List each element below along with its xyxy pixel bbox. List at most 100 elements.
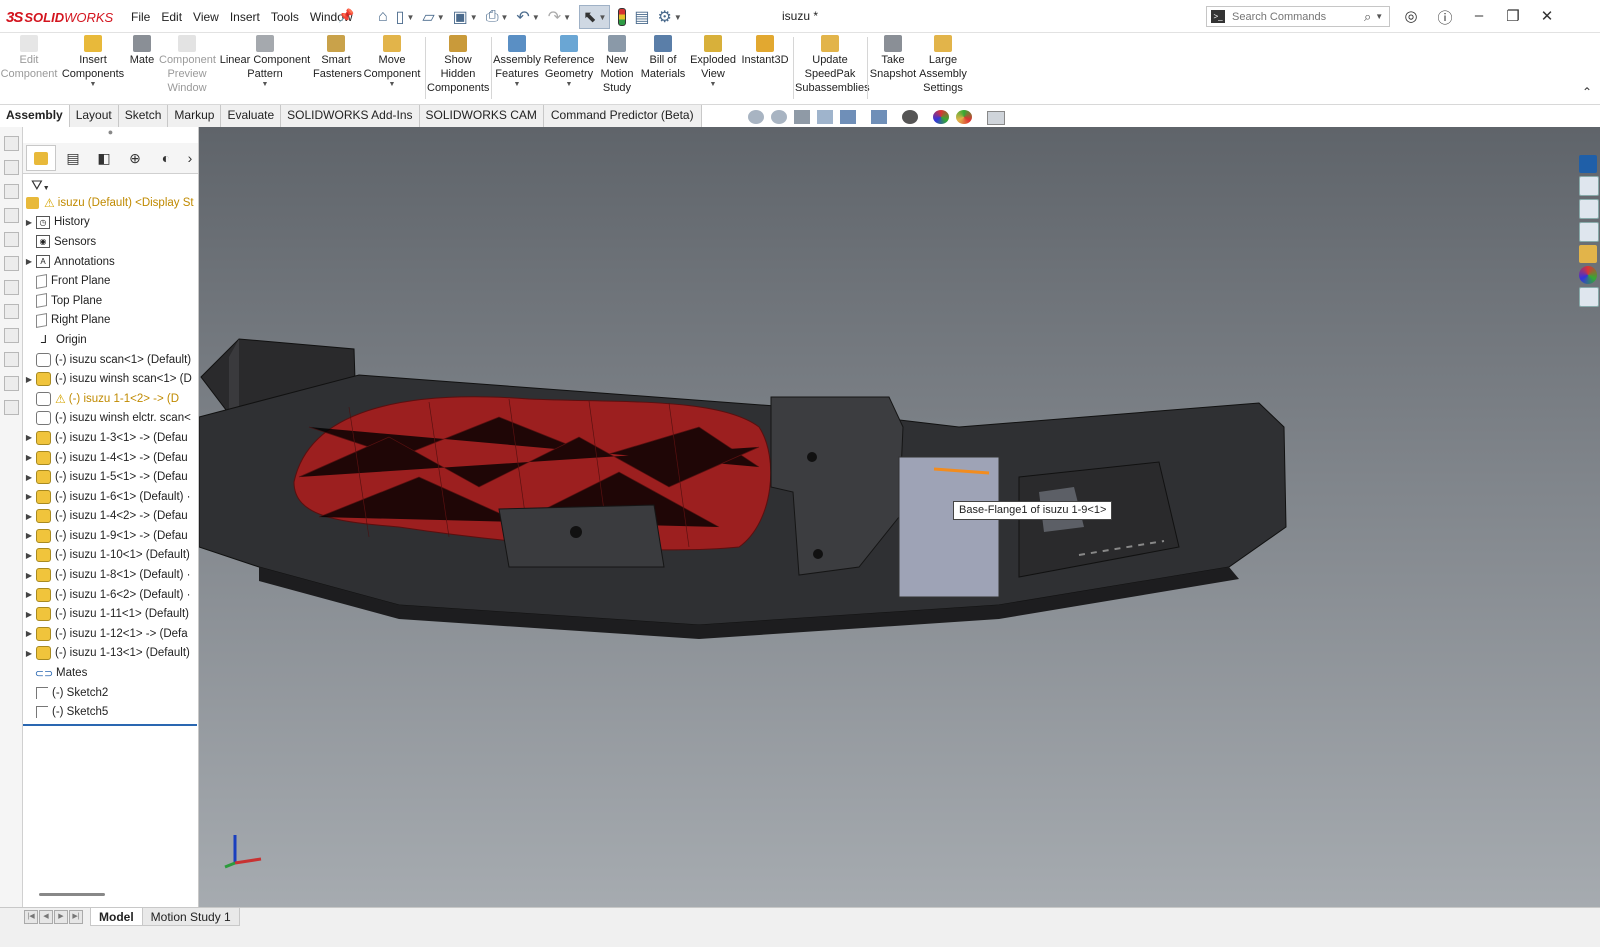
chevron-down-icon[interactable]: ▼ xyxy=(60,81,126,88)
tree-item-component[interactable]: ▶ (-) isuzu 1-11<1> (Default) xyxy=(23,604,198,624)
previous-view-icon[interactable] xyxy=(794,110,810,124)
zoom-to-area-icon[interactable] xyxy=(771,110,787,124)
toolbar-icon[interactable] xyxy=(4,304,19,319)
expand-arrow-icon[interactable]: ▶ xyxy=(23,571,35,580)
tree-item-component[interactable]: (-) isuzu winsh elctr. scan< xyxy=(23,409,198,429)
appearances-icon[interactable] xyxy=(1579,266,1597,284)
bill-of-materials-button[interactable]: Bill of Materials xyxy=(639,35,687,101)
expand-arrow-icon[interactable]: ▶ xyxy=(23,649,35,658)
tab-layout[interactable]: Layout xyxy=(70,105,119,127)
first-tab-icon[interactable]: |◀ xyxy=(24,910,38,924)
tree-root[interactable]: ⚠ isuzu (Default) <Display St xyxy=(23,193,198,213)
linear-component-pattern-button[interactable]: Linear Component Pattern ▼ xyxy=(219,35,311,101)
toolbar-icon[interactable] xyxy=(4,232,19,247)
new-motion-study-button[interactable]: New Motion Study xyxy=(597,35,637,101)
tab-solidworks-cam[interactable]: SOLIDWORKS CAM xyxy=(420,105,544,127)
custom-properties-icon[interactable] xyxy=(1579,287,1599,307)
hide-show-items-icon[interactable] xyxy=(902,110,918,124)
new-document-icon[interactable]: ▯ ▼ xyxy=(396,6,415,28)
select-pointer-icon[interactable]: ⬉ ▼ xyxy=(579,5,611,29)
tab-solidworks-add-ins[interactable]: SOLIDWORKS Add-Ins xyxy=(281,105,420,127)
chevron-down-icon[interactable]: ▼ xyxy=(219,81,311,88)
menu-view[interactable]: View xyxy=(193,10,219,24)
restore-window-icon[interactable]: ❐ xyxy=(1503,7,1523,25)
expand-arrow-icon[interactable]: ▶ xyxy=(23,531,35,540)
tree-item-sensors[interactable]: ◉ Sensors xyxy=(23,232,198,252)
section-view-icon[interactable] xyxy=(817,110,833,124)
exploded-view-button[interactable]: Exploded View ▼ xyxy=(689,35,737,101)
tab-command-predictor[interactable]: Command Predictor (Beta) xyxy=(544,105,702,127)
print-icon[interactable]: ⎙ ▼ xyxy=(486,6,509,28)
tree-item-component[interactable]: ⚠ (-) isuzu 1-1<2> -> (D xyxy=(23,389,198,409)
view-settings-monitor-icon[interactable] xyxy=(987,111,1005,125)
expand-arrow-icon[interactable]: ▶ xyxy=(23,610,35,619)
tree-item-component[interactable]: ▶ (-) isuzu winsh scan<1> (D xyxy=(23,369,198,389)
expand-arrow-icon[interactable]: ▶ xyxy=(23,473,35,482)
tree-item-front-plane[interactable]: Front Plane xyxy=(23,271,198,291)
display-manager-tab-icon[interactable]: ◐ xyxy=(152,146,180,170)
reference-geometry-button[interactable]: Reference Geometry ▼ xyxy=(543,35,595,101)
chevron-down-icon[interactable]: ▼ xyxy=(689,81,737,88)
display-style-icon[interactable] xyxy=(871,110,887,124)
expand-arrow-icon[interactable]: ▶ xyxy=(23,512,35,521)
file-explorer-icon[interactable] xyxy=(1579,199,1599,219)
tab-assembly[interactable]: Assembly xyxy=(0,105,70,127)
take-snapshot-button[interactable]: Take Snapshot xyxy=(869,35,917,101)
tree-item-sketch[interactable]: (-) Sketch5 xyxy=(23,702,198,722)
component-preview-window-button[interactable]: Component Preview Window xyxy=(159,35,216,101)
menu-tools[interactable]: Tools xyxy=(271,10,299,24)
open-folder-icon[interactable]: ▱ ▼ xyxy=(422,6,444,28)
undo-icon[interactable]: ↶ ▼ xyxy=(516,6,539,28)
zoom-to-fit-icon[interactable] xyxy=(748,110,764,124)
folder-icon[interactable] xyxy=(1579,222,1599,242)
panel-grip-icon[interactable]: ● xyxy=(23,127,198,143)
solidworks-logo[interactable]: 3S SOLID WORKS xyxy=(6,7,113,27)
next-tab-icon[interactable]: ▶ xyxy=(54,910,68,924)
property-manager-tab-icon[interactable]: ▤ xyxy=(59,146,87,170)
tree-item-history[interactable]: ▶ ◷ History xyxy=(23,213,198,233)
expand-arrow-icon[interactable]: ▶ xyxy=(23,492,35,501)
tree-item-origin[interactable]: ⅃ Origin xyxy=(23,330,198,350)
last-tab-icon[interactable]: ▶| xyxy=(69,910,83,924)
expand-arrow-icon[interactable]: ▶ xyxy=(23,590,35,599)
expand-arrow-icon[interactable]: ▶ xyxy=(23,433,35,442)
toolbar-icon[interactable] xyxy=(4,208,19,223)
close-icon[interactable]: ✕ xyxy=(1537,7,1557,25)
expand-arrow-icon[interactable]: ▶ xyxy=(23,257,35,266)
menu-file[interactable]: File xyxy=(131,10,150,24)
tree-item-top-plane[interactable]: Top Plane xyxy=(23,291,198,311)
expand-arrow-icon[interactable]: ▶ xyxy=(23,453,35,462)
menu-insert[interactable]: Insert xyxy=(230,10,260,24)
toolbar-icon[interactable] xyxy=(4,376,19,391)
mate-button[interactable]: Mate xyxy=(127,35,157,101)
chevron-down-icon[interactable]: ▼ xyxy=(543,81,595,88)
dimxpert-tab-icon[interactable]: ⊕ xyxy=(121,146,149,170)
tree-item-component[interactable]: ▶ (-) isuzu 1-9<1> -> (Defau xyxy=(23,526,198,546)
toolbar-icon[interactable] xyxy=(4,280,19,295)
menu-edit[interactable]: Edit xyxy=(161,10,182,24)
toolbar-icon[interactable] xyxy=(4,136,19,151)
assembly-features-button[interactable]: Assembly Features ▼ xyxy=(493,35,541,101)
pin-icon[interactable]: 📌 xyxy=(338,8,354,24)
tree-item-component[interactable]: ▶ (-) isuzu 1-6<2> (Default) · xyxy=(23,585,198,605)
tree-item-right-plane[interactable]: Right Plane xyxy=(23,311,198,331)
tree-item-component[interactable]: ▶ (-) isuzu 1-3<1> -> (Defau xyxy=(23,428,198,448)
solidworks-resources-icon[interactable] xyxy=(1579,155,1597,173)
tree-item-component[interactable]: ▶ (-) isuzu 1-12<1> -> (Defa xyxy=(23,624,198,644)
toolbar-icon[interactable] xyxy=(4,352,19,367)
rebuild-traffic-light-icon[interactable] xyxy=(618,6,627,28)
graphics-viewport[interactable]: Base-Flange1 of isuzu 1-9<1> xyxy=(199,127,1600,907)
large-assembly-settings-button[interactable]: Large Assembly Settings xyxy=(919,35,967,101)
redo-icon[interactable]: ↷ ▼ xyxy=(548,6,571,28)
model-bumper-3d[interactable] xyxy=(199,127,1600,907)
configuration-manager-tab-icon[interactable]: ◧ xyxy=(90,146,118,170)
show-hidden-components-button[interactable]: Show Hidden Components xyxy=(427,35,489,101)
tree-item-component[interactable]: ▶ (-) isuzu 1-4<1> -> (Defau xyxy=(23,448,198,468)
apply-scene-icon[interactable] xyxy=(956,110,972,124)
toolbar-icon[interactable] xyxy=(4,328,19,343)
tree-item-sketch[interactable]: (-) Sketch2 xyxy=(23,683,198,703)
design-library-icon[interactable] xyxy=(1579,176,1599,196)
view-palette-icon[interactable] xyxy=(1579,245,1597,263)
expand-arrow-icon[interactable]: ▶ xyxy=(23,551,35,560)
minimize-icon[interactable]: – xyxy=(1469,7,1489,24)
